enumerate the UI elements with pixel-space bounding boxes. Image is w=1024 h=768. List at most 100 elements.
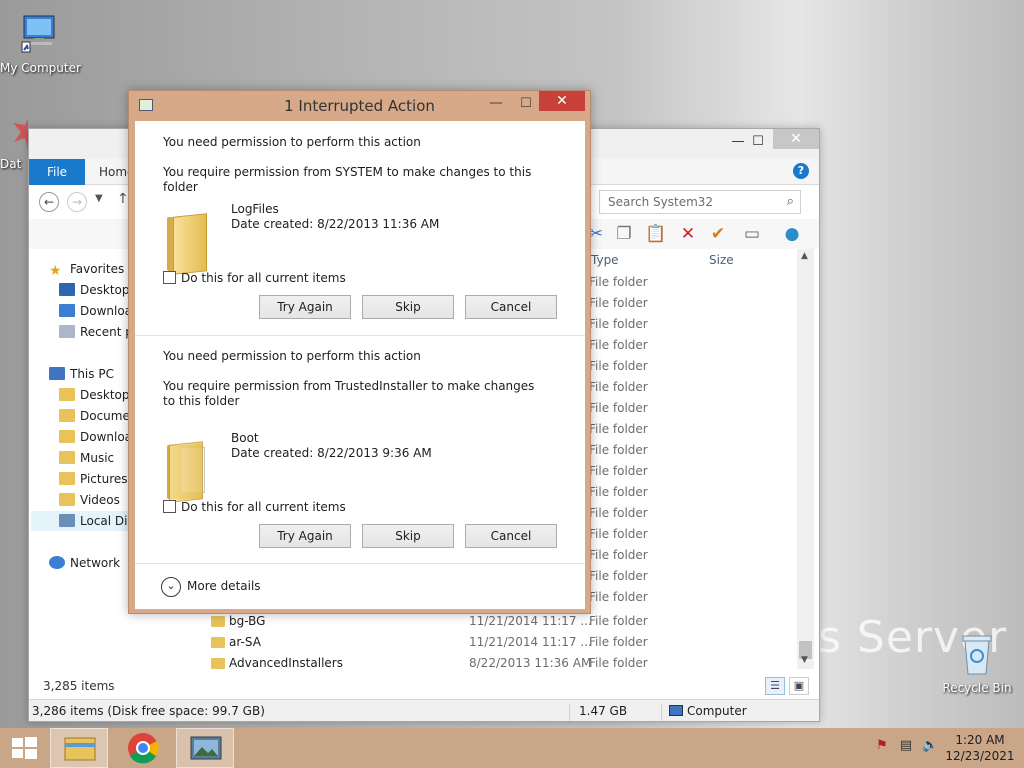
checkbox-label[interactable]: Do this for all current items xyxy=(181,271,346,286)
search-icon[interactable]: ⌕ xyxy=(787,194,794,209)
recycle-bin-desktop-icon[interactable]: Recycle Bin xyxy=(940,630,1014,695)
clock-time: 1:20 AM xyxy=(955,733,1005,747)
image-viewer-icon xyxy=(190,736,222,760)
row-type: File folder xyxy=(589,464,648,478)
column-header-size[interactable]: Size xyxy=(709,253,734,267)
paste-icon[interactable]: 📋 xyxy=(645,223,667,245)
status-divider xyxy=(569,704,570,721)
row-type: File folder xyxy=(589,485,648,499)
scroll-up-icon[interactable]: ▲ xyxy=(801,251,808,261)
folder-icon xyxy=(211,637,225,648)
apply-all-checkbox[interactable] xyxy=(163,500,176,513)
scroll-down-icon[interactable]: ▼ xyxy=(801,655,808,665)
date-created: Date created: 8/22/2013 11:36 AM xyxy=(231,217,440,231)
large-icons-view-icon[interactable]: ▣ xyxy=(789,677,809,695)
maximize-button[interactable]: ☐ xyxy=(743,131,773,153)
row-date: 11/21/2014 11:17 ... xyxy=(469,635,592,649)
rename-icon[interactable]: ▭ xyxy=(741,223,763,245)
nav-local-disk[interactable]: Local Dis xyxy=(59,511,134,531)
details-view-icon[interactable]: ☰ xyxy=(765,677,785,695)
row-type: File folder xyxy=(589,296,648,310)
action-center-flag-icon[interactable]: ⚑ xyxy=(874,738,890,754)
nav-recent[interactable]: Recent pl xyxy=(59,322,136,342)
chrome-icon xyxy=(128,733,159,764)
nav-favorites[interactable]: ★ Favorites xyxy=(49,259,124,279)
nav-network[interactable]: Network xyxy=(49,553,120,573)
delete-icon[interactable]: ✕ xyxy=(677,223,699,245)
skip-button[interactable]: Skip xyxy=(362,524,454,548)
help-icon[interactable]: ? xyxy=(793,163,809,179)
data-desktop-icon[interactable]: Dat xyxy=(0,112,28,171)
apply-all-checkbox[interactable] xyxy=(163,271,176,284)
taskbar-clock[interactable]: 1:20 AM 12/23/2021 xyxy=(944,732,1016,764)
row-type: File folder xyxy=(589,443,648,457)
try-again-button[interactable]: Try Again xyxy=(259,295,351,319)
dialog-maximize-button[interactable]: ☐ xyxy=(513,93,539,115)
vertical-scrollbar[interactable]: ▲ ▼ xyxy=(797,249,814,669)
try-again-button[interactable]: Try Again xyxy=(259,524,351,548)
folder-icon xyxy=(59,430,75,443)
cancel-button[interactable]: Cancel xyxy=(465,295,557,319)
nav-music[interactable]: Music xyxy=(59,448,114,468)
nav-pc-downloads[interactable]: Downloa xyxy=(59,427,132,447)
check-icon[interactable]: ✔ xyxy=(707,223,729,245)
status-size: 1.47 GB xyxy=(579,704,628,718)
volume-muted-icon[interactable]: 🔈 xyxy=(922,738,938,754)
row-type: File folder xyxy=(589,359,648,373)
row-date: 8/22/2013 11:36 AM xyxy=(469,656,592,670)
nav-downloads[interactable]: Downloa xyxy=(59,301,132,321)
chevron-down-icon[interactable]: ⌄ xyxy=(161,577,181,597)
taskbar-chrome[interactable] xyxy=(112,728,174,768)
network-status-icon[interactable]: ▤ xyxy=(898,738,914,754)
nav-this-pc[interactable]: This PC xyxy=(49,364,114,384)
conflict-message: You require permission from SYSTEM to ma… xyxy=(163,165,532,194)
folder-icon xyxy=(163,211,209,275)
my-computer-desktop-icon[interactable]: My Computer xyxy=(0,12,81,75)
search-input[interactable] xyxy=(608,191,778,213)
recent-locations-chevron-icon[interactable]: ▼ xyxy=(95,193,103,204)
copy-icon[interactable]: ❐ xyxy=(613,223,635,245)
conflict-heading: You need permission to perform this acti… xyxy=(163,135,421,149)
search-box[interactable]: ⌕ xyxy=(599,190,801,214)
start-button[interactable] xyxy=(0,728,48,768)
dialog-close-button[interactable]: ✕ xyxy=(539,91,585,111)
nav-videos[interactable]: Videos xyxy=(59,490,120,510)
taskbar-file-explorer[interactable] xyxy=(50,728,108,768)
divider xyxy=(135,563,585,564)
row-name: ar-SA xyxy=(229,635,261,649)
table-row[interactable]: bg-BG 11/21/2014 11:17 ... File folder xyxy=(205,611,793,632)
row-type: File folder xyxy=(589,422,648,436)
nav-pictures[interactable]: Pictures xyxy=(59,469,128,489)
row-type: File folder xyxy=(589,317,648,331)
nav-desktop[interactable]: Desktop xyxy=(59,280,130,300)
more-details-link[interactable]: More details xyxy=(187,579,261,594)
tab-file[interactable]: File xyxy=(29,159,85,185)
divider xyxy=(135,335,585,336)
drive-icon xyxy=(59,514,75,527)
up-button[interactable]: ↑ xyxy=(117,191,129,207)
nav-pc-desktop[interactable]: Desktop xyxy=(59,385,130,405)
my-computer-label: My Computer xyxy=(0,61,81,75)
checkbox-label[interactable]: Do this for all current items xyxy=(181,500,346,515)
table-row[interactable]: AdvancedInstallers 8/22/2013 11:36 AM Fi… xyxy=(205,653,793,674)
folder-icon xyxy=(211,616,225,627)
table-row[interactable]: ar-SA 11/21/2014 11:17 ... File folder xyxy=(205,632,793,653)
downloads-icon xyxy=(59,304,75,317)
folder-name[interactable]: Boot xyxy=(231,431,259,446)
folder-name[interactable]: LogFiles xyxy=(231,202,279,217)
skip-button[interactable]: Skip xyxy=(362,295,454,319)
properties-icon[interactable]: ● xyxy=(781,223,803,245)
cancel-button[interactable]: Cancel xyxy=(465,524,557,548)
forward-button[interactable]: → xyxy=(67,192,87,212)
desktop-icon xyxy=(59,283,75,296)
back-button[interactable]: ← xyxy=(39,192,59,212)
explorer-close-button[interactable]: ✕ xyxy=(773,129,819,149)
folder-icon xyxy=(59,388,75,401)
dialog-body: You need permission to perform this acti… xyxy=(135,121,585,609)
folder-icon xyxy=(163,439,209,503)
column-header-type[interactable]: Type xyxy=(591,253,619,267)
taskbar-photo-app[interactable] xyxy=(176,728,234,768)
recent-places-icon xyxy=(59,325,75,338)
nav-documents[interactable]: Documer xyxy=(59,406,135,426)
dialog-minimize-button[interactable]: — xyxy=(483,93,509,115)
